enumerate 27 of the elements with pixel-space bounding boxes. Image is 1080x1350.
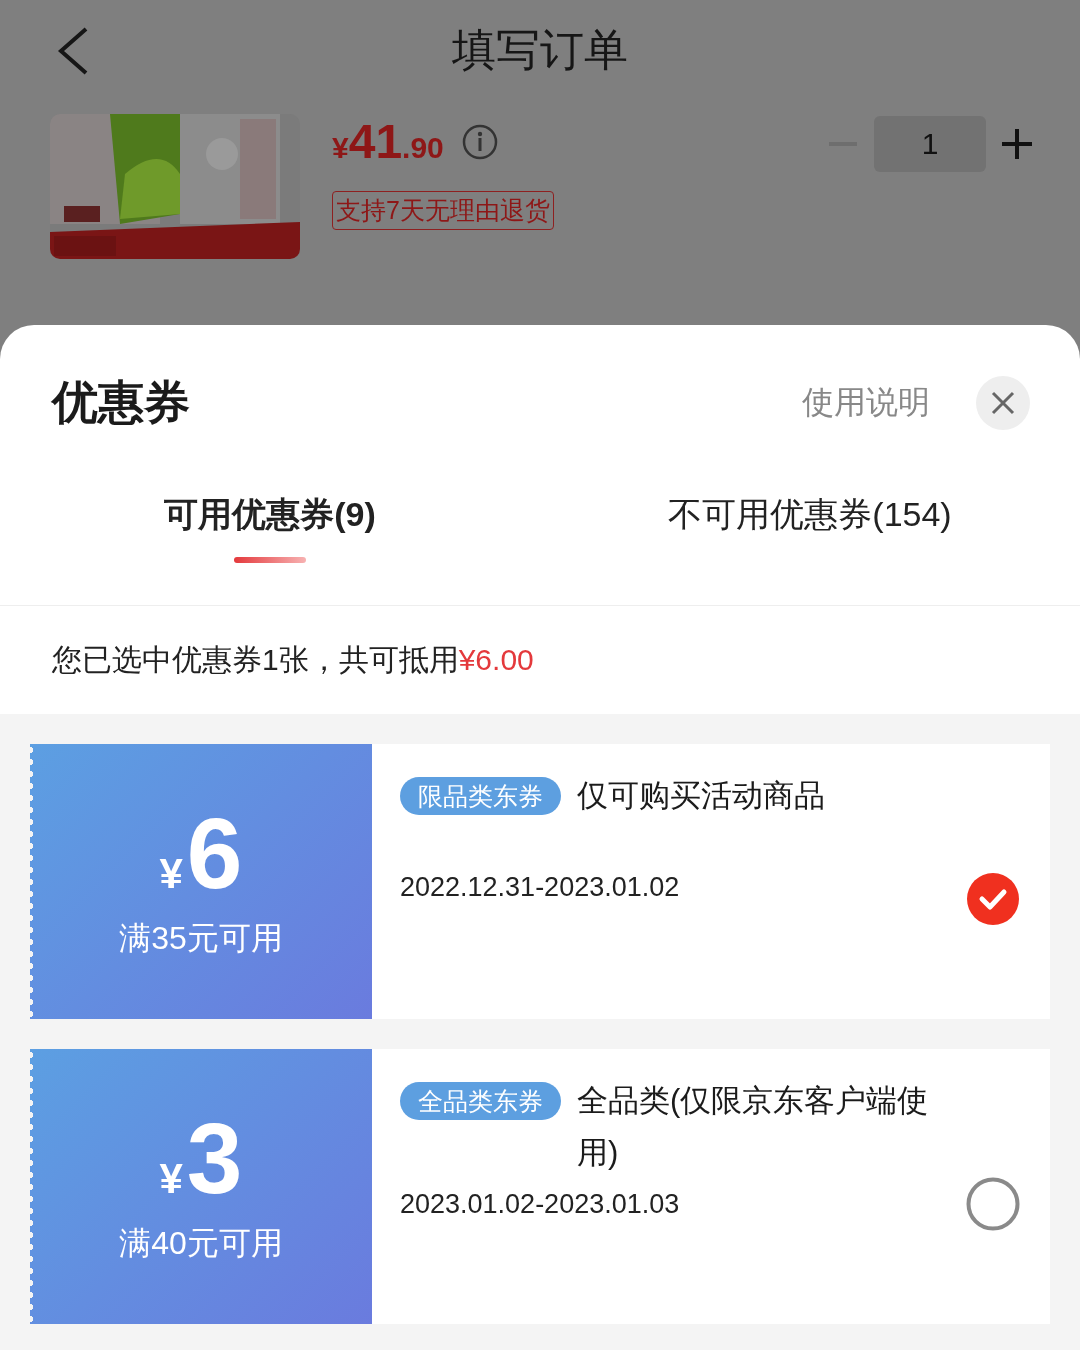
coupon-tab[interactable]: 可用优惠券(9) [158, 480, 382, 539]
quantity-field[interactable]: 1 [874, 116, 986, 172]
coupon-tab[interactable]: 不可用优惠券(154) [662, 480, 958, 539]
radio-button[interactable] [966, 1177, 1020, 1231]
coupon-card[interactable]: 全品类东券 全品类(仅限京东客户端使用) 2023.01.02-2023.01.03 [372, 1049, 1050, 1324]
coupon-amount: ¥6 [159, 802, 243, 903]
return-policy-tag: 支持7天无理由退货 [332, 191, 554, 230]
coupon-title: 全品类(仅限京东客户端使用) [577, 1082, 930, 1172]
coupon-card[interactable]: 限品类东券 仅可购买活动商品 2022.12.31-2023.01.02 [372, 744, 1050, 1019]
coupon-title: 仅可购买活动商品 [577, 777, 826, 815]
checkmark-icon[interactable] [966, 872, 1020, 926]
coupon-type-tag: 全品类东券 [400, 1082, 561, 1120]
price: ¥41.90 [332, 114, 444, 169]
help-link[interactable]: 使用说明 [802, 380, 930, 425]
coupon-condition: 满40元可用 [119, 1223, 283, 1263]
page-title: 填写订单 [452, 23, 628, 76]
back-icon[interactable] [56, 26, 90, 76]
plus-icon[interactable] [1000, 127, 1034, 161]
coupon-condition: 满35元可用 [119, 918, 283, 958]
info-icon[interactable] [461, 123, 498, 160]
coupon-type-tag: 限品类东券 [400, 777, 561, 815]
sheet-title: 优惠券 [52, 374, 191, 430]
coupon-amount: ¥3 [159, 1107, 243, 1208]
close-icon[interactable] [990, 389, 1016, 416]
selection-summary: 您已选中优惠券1张，共可抵用¥6.00 [51, 641, 535, 678]
coupon-dates: 2022.12.31-2023.01.02 [400, 872, 681, 903]
coupon-dates: 2023.01.02-2023.01.03 [400, 1189, 681, 1220]
